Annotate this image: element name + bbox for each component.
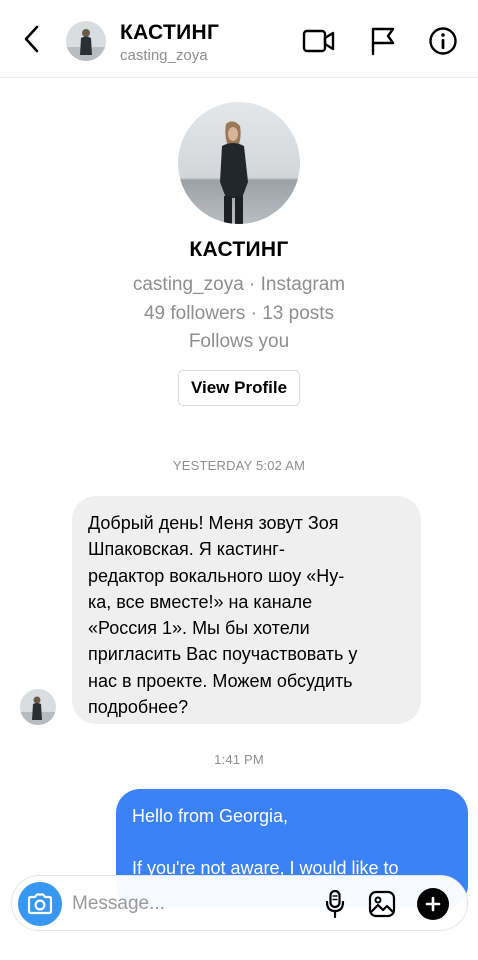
profile-avatar[interactable] [178,102,300,224]
camera-button[interactable] [18,882,62,926]
message-line: пригласить Вас поучаствовать у [88,644,358,665]
plus-icon [425,896,441,912]
message-line: Hello from Georgia, [132,806,289,826]
more-options-button[interactable] [417,888,449,920]
flag-icon [371,27,395,56]
profile-photo [178,102,300,224]
microphone-icon [325,889,345,919]
voice-message-button[interactable] [320,888,350,920]
avatar-photo [20,689,56,725]
message-line: подробнее? [88,697,189,718]
message-line: редактор вокального шоу «Ну- [88,565,345,586]
chat-header: КАСТИНГ casting_zoya [0,0,478,78]
message-line: ка, все вместе!» на канале [88,591,313,612]
info-icon [429,27,457,55]
info-button[interactable] [426,24,460,58]
gallery-icon [368,890,396,918]
sender-avatar[interactable] [20,689,56,725]
header-title[interactable]: КАСТИНГ [120,21,219,45]
back-button[interactable] [14,22,48,56]
video-call-icon [302,29,335,53]
message-line: Шпаковская. Я кастинг- [88,539,285,560]
message-line: «Россия 1». Мы бы хотели [88,618,310,639]
timestamp: YESTERDAY 5:02 AM [172,458,306,473]
timestamp: 1:41 PM [214,752,264,767]
incoming-message[interactable]: Добрый день! Меня зовут Зоя Шпаковская. … [72,496,421,724]
message-composer [11,875,468,931]
view-profile-button[interactable]: View Profile [178,370,300,406]
profile-username-source: casting_zoya · Instagram [132,274,346,295]
chevron-left-icon [24,25,39,53]
header-avatar[interactable] [66,21,106,61]
message-line: нас в проекте. Можем обсудить [88,670,353,691]
avatar-photo [66,21,106,61]
gallery-button[interactable] [366,888,398,920]
video-call-button[interactable] [302,24,336,58]
report-button[interactable] [366,24,400,58]
profile-stats: 49 followers · 13 posts [143,303,335,324]
camera-icon [27,893,53,915]
profile-follows-you: Follows you [188,331,290,352]
message-line: Добрый день! Меня зовут Зоя [88,513,339,533]
profile-name: КАСТИНГ [189,238,289,261]
message-input[interactable] [72,890,272,918]
header-username: casting_zoya [120,47,208,64]
